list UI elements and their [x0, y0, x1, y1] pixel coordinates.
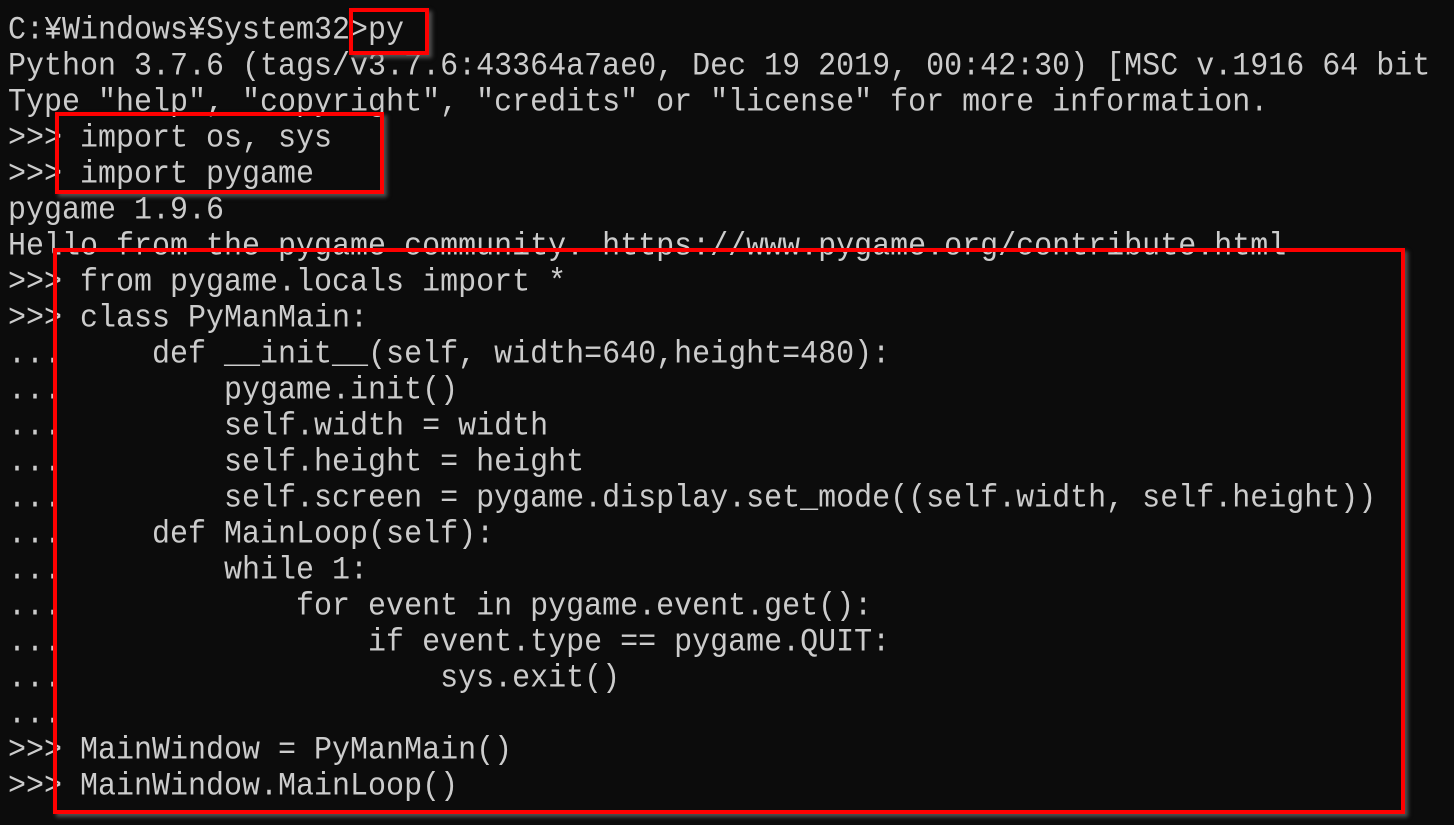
console-line: pygame 1.9.6: [8, 192, 225, 230]
highlight-box-imports: [55, 112, 384, 194]
console-line: Python 3.7.6 (tags/v3.7.6:43364a7ae0, De…: [8, 48, 1431, 86]
highlight-box-class-code: [53, 248, 1405, 814]
highlight-box-py-command: [349, 8, 429, 55]
console-line: C:¥Windows¥System32>py: [8, 12, 405, 50]
